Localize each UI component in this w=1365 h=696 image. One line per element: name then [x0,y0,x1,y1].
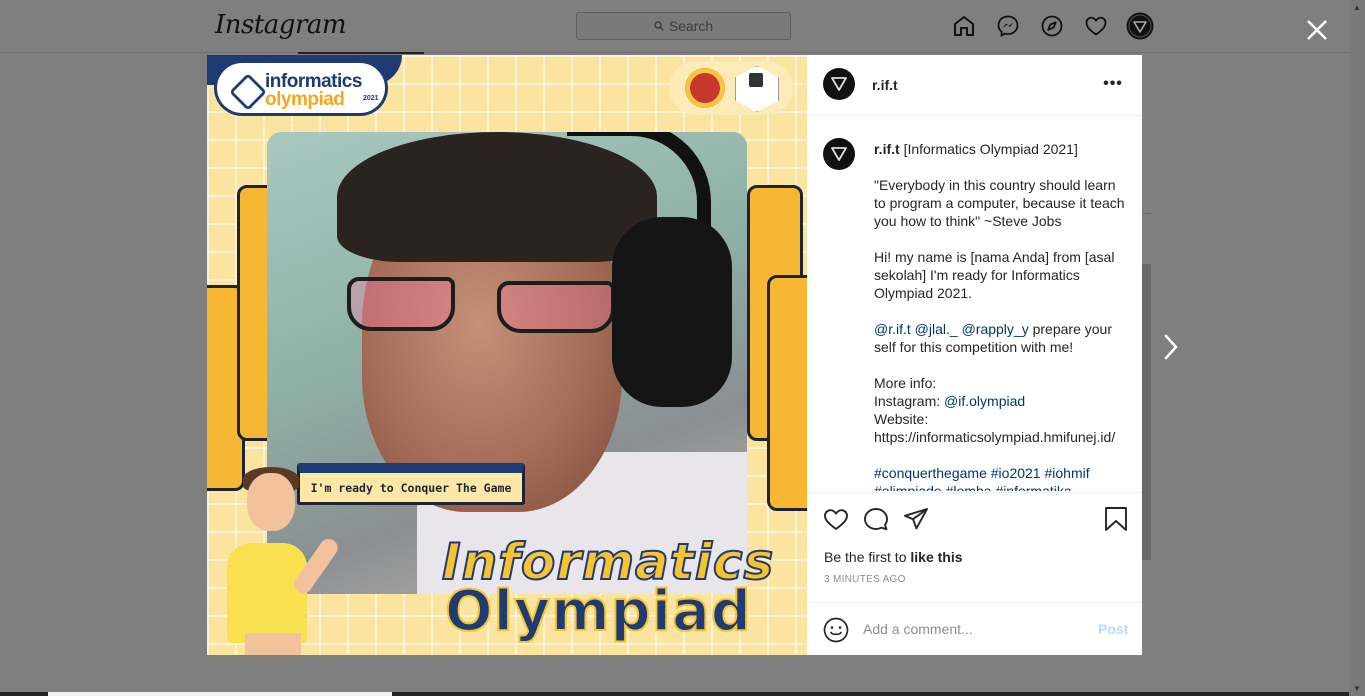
author-username[interactable]: r.if.t [872,77,898,93]
person-photo [267,132,747,594]
page-scrollbar[interactable]: ▲ ▼ [1349,0,1365,696]
post-header: r.if.t ••• [807,55,1142,116]
cartoon-body [227,543,307,643]
event-logo-mark-icon [229,73,267,111]
scroll-down-arrow-icon[interactable]: ▼ [1353,684,1361,693]
hashtag-link[interactable]: #olimpiade #lomba #informatika [874,483,1072,491]
search-placeholder: Search [668,18,714,34]
post-actions: Be the first to like this 3 MINUTES AGO [807,492,1142,603]
hashtag-link[interactable]: #iohmif [1044,465,1089,481]
caption-headline: [Informatics Olympiad 2021] [903,141,1078,157]
hashtag-link[interactable]: #conquerthegame [874,465,987,481]
emoji-icon[interactable] [823,617,849,643]
caption-intro: Hi! my name is [nama Anda] from [asal se… [874,249,1115,301]
profile-avatar[interactable] [1126,12,1154,40]
search-box[interactable]: Search [576,12,791,40]
post-caption: r.if.t [Informatics Olympiad 2021] "Ever… [874,140,1130,491]
messenger-icon[interactable] [994,12,1022,40]
more-options-icon[interactable]: ••• [1103,73,1123,95]
event-logo-year: 2021 [363,95,379,102]
ready-tagline: I'm ready to Conquer The Game [297,463,525,505]
home-icon[interactable] [950,12,978,40]
comment-bubble-icon[interactable] [862,505,890,533]
headphone-cup [612,217,732,407]
explore-icon[interactable] [1038,12,1066,40]
like-this-link[interactable]: like this [910,549,962,565]
cartoon-head [247,473,295,531]
comment-input[interactable] [863,619,1083,639]
chevron-right-icon [1164,334,1178,360]
background-divider [1141,213,1151,214]
top-navigation-bar: Instagram Search [0,0,1349,53]
like-heart-icon[interactable] [822,505,850,533]
background-post-edge [1141,264,1151,560]
save-bookmark-icon[interactable] [1102,505,1130,533]
website-url: https://informaticsolympiad.hmifunej.id/ [874,429,1116,445]
bottom-strip [0,692,1349,696]
university-seal-icon [685,68,725,108]
post-comment-button[interactable]: Post [1098,621,1128,637]
likes-prefix: Be the first to [824,549,911,565]
event-logo-line2: olympiad [265,89,345,110]
website-label: Website: [874,411,929,427]
next-post-button[interactable] [1157,330,1185,364]
close-modal-button[interactable] [1304,18,1330,44]
post-image[interactable]: informatics olympiad 2021 I'm ready to C… [207,55,807,655]
faculty-seal-mark-icon [749,73,763,87]
caption-username[interactable]: r.if.t [874,141,900,157]
close-icon [1307,20,1327,40]
search-icon [654,18,664,34]
event-logo: informatics olympiad 2021 [217,63,385,113]
caption-author-avatar[interactable] [823,138,855,170]
post-timestamp[interactable]: 3 MINUTES AGO [824,574,906,585]
caption-scroll-area[interactable]: r.if.t [Informatics Olympiad 2021] "Ever… [807,116,1142,491]
right-deco-bar-2 [767,275,807,511]
more-info-label: More info: [874,375,937,391]
university-seals [669,61,793,115]
scroll-up-arrow-icon[interactable]: ▲ [1353,3,1361,12]
instagram-handle-link[interactable]: @if.olympiad [944,393,1025,409]
mention-link[interactable]: @rapply_y [962,321,1029,337]
author-avatar[interactable] [823,68,855,100]
poster-title-line2: Olympiad [444,578,752,645]
post-details-panel: r.if.t ••• r.if.t [Informatics Olympiad … [807,55,1142,655]
activity-heart-icon[interactable] [1082,12,1110,40]
hashtag-link[interactable]: #io2021 [991,465,1041,481]
instagram-label: Instagram: [874,393,945,409]
instagram-logo[interactable]: Instagram [215,10,347,40]
photo-glasses [347,277,617,333]
mention-link[interactable]: @r.if.t [874,321,911,337]
cartoon-legs [245,633,301,655]
add-comment-section: Post [807,602,1142,656]
bottom-strip-segment [48,692,392,696]
caption-quote: "Everybody in this country should learn … [874,177,1125,229]
like-count: Be the first to like this [824,549,963,565]
mention-link[interactable]: @jlal._ [915,321,958,337]
tab-indicator [298,52,424,54]
share-paper-plane-icon[interactable] [902,505,930,533]
